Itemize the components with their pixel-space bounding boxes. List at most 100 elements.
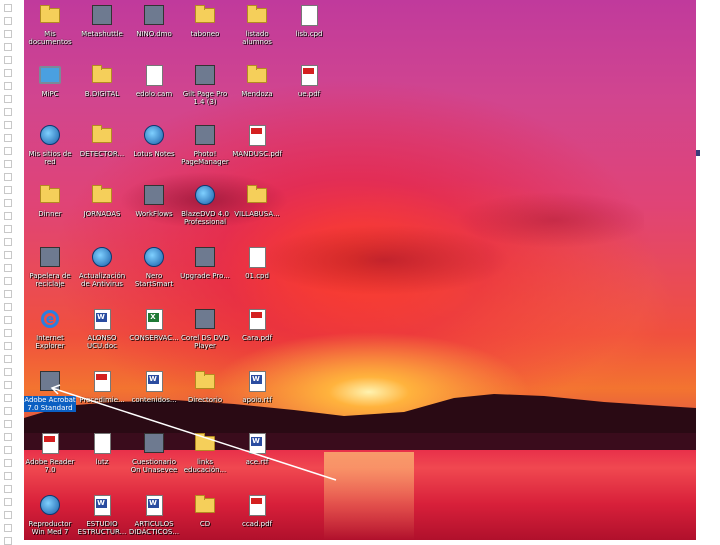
desktop-icon[interactable]: lisb.cpd xyxy=(283,4,335,66)
desktop-wallpaper[interactable]: Mis documentos Metashuttle NINO.dmo taboneo… xyxy=(24,0,696,540)
border-square xyxy=(4,381,12,389)
desktop-icon-label: Adobe Reader 7.0 xyxy=(25,458,75,474)
desktop-icon[interactable]: listado alumnos xyxy=(231,4,283,66)
desktop-icon[interactable]: Nero StartSmart xyxy=(128,246,180,308)
desktop-icon[interactable]: edolo.cam xyxy=(128,64,180,126)
border-square xyxy=(4,212,12,220)
desktop-icon[interactable]: Gilt Page Pro 1.4 (3) xyxy=(179,64,231,126)
desktop-icon[interactable]: NINO.dmo xyxy=(128,4,180,66)
slide-left-border xyxy=(0,0,24,545)
desktop-icon[interactable]: Procedimie... xyxy=(76,370,128,432)
border-square xyxy=(4,277,12,285)
desktop-icon[interactable]: DETECTOR... xyxy=(76,124,128,186)
desktop-icon[interactable]: VILLABUSA... xyxy=(231,184,283,246)
desktop-icon[interactable]: links educación... xyxy=(179,432,231,494)
desktop-icon[interactable]: Photo! PageManager xyxy=(179,124,231,186)
desktop-icon-label: Dinner xyxy=(38,210,62,218)
desktop-icon[interactable]: Mis documentos xyxy=(24,4,76,66)
shortcut-app-icon xyxy=(143,4,165,26)
border-square xyxy=(4,108,12,116)
desktop-icon-label: B.DIGITAL xyxy=(84,90,120,98)
border-square xyxy=(4,160,12,168)
border-square xyxy=(4,472,12,480)
desktop-icon-label: links educación... xyxy=(183,458,227,474)
folder-icon xyxy=(194,494,216,516)
app-icon xyxy=(194,124,216,146)
desktop-icon-label: Lotus Notes xyxy=(133,150,175,158)
folder-icon xyxy=(246,64,268,86)
desktop-icon-label: MiPC xyxy=(41,90,59,98)
pdf-icon xyxy=(246,124,268,146)
desktop-icon[interactable]: 01.cpd xyxy=(231,246,283,308)
word-document-icon: W xyxy=(246,432,268,454)
desktop-icon[interactable]: Directorio xyxy=(179,370,231,432)
desktop-icon[interactable]: Cuestionario On Unasevee xyxy=(128,432,180,494)
desktop-icon[interactable]: MiPC xyxy=(24,64,76,126)
desktop-icon-label: CONSERVAC... xyxy=(129,334,179,342)
desktop-icon[interactable]: Adobe Reader 7.0 xyxy=(24,432,76,494)
desktop-icon-label: taboneo xyxy=(190,30,220,38)
desktop-icon[interactable]: Wcontenidos... xyxy=(128,370,180,432)
desktop-icon[interactable]: Dinner xyxy=(24,184,76,246)
desktop-icon[interactable]: ue.pdf xyxy=(283,64,335,126)
desktop-icon[interactable]: W ALONSO UCU.doc xyxy=(76,308,128,370)
desktop-icon[interactable]: Cara.pdf xyxy=(231,308,283,370)
pdf-icon xyxy=(246,308,268,330)
document-icon xyxy=(91,432,113,454)
border-square xyxy=(4,407,12,415)
desktop-icon[interactable]: e Internet Explorer xyxy=(24,308,76,370)
desktop-icon[interactable]: Wace.rtf xyxy=(231,432,283,494)
desktop-icon[interactable]: CD xyxy=(179,494,231,540)
border-square xyxy=(4,95,12,103)
desktop-icon-label: DETECTOR... xyxy=(79,150,125,158)
desktop-icon-label: WorkFlows xyxy=(135,210,173,218)
desktop-icon[interactable]: Actualización de Antivirus xyxy=(76,246,128,308)
desktop-icon-label: Gilt Page Pro 1.4 (3) xyxy=(182,90,228,106)
desktop-icon-label: Nero StartSmart xyxy=(134,272,174,288)
border-square xyxy=(4,186,12,194)
desktop-icon[interactable]: taboneo xyxy=(179,4,231,66)
desktop-icon-label: ace.rtf xyxy=(245,458,269,466)
adobe-acrobat-icon xyxy=(39,370,61,392)
desktop-icon[interactable]: Mis sitios de red xyxy=(24,124,76,186)
desktop-icon[interactable]: Papelera de reciclaje xyxy=(24,246,76,308)
desktop-icon[interactable]: BlazeDVD 4.0 Professional xyxy=(179,184,231,246)
border-square xyxy=(4,420,12,428)
border-square xyxy=(4,498,12,506)
desktop-icon-label: Mendoza xyxy=(241,90,273,98)
desktop-icon[interactable]: Upgrade Pro... xyxy=(179,246,231,308)
border-square xyxy=(4,368,12,376)
desktop-icon-label: Reproductor Win Med 7 xyxy=(28,520,72,536)
desktop-icon[interactable]: W ESTUDIO ESTRUCTUR... xyxy=(76,494,128,540)
desktop-icon[interactable]: Wapoio.rtf xyxy=(231,370,283,432)
folder-icon xyxy=(194,4,216,26)
desktop-icon[interactable]: MANDUSC.pdf xyxy=(231,124,283,186)
desktop-icon[interactable]: Mendoza xyxy=(231,64,283,126)
desktop-icon-label: Corel DS DVD Player xyxy=(181,334,229,350)
word-document-icon: W xyxy=(91,494,113,516)
border-square xyxy=(4,329,12,337)
border-square xyxy=(4,485,12,493)
desktop-icon[interactable]: Corel DS DVD Player xyxy=(179,308,231,370)
desktop-icon[interactable]: W ARTÍCULOS DIDÁCTICOS... xyxy=(128,494,180,540)
desktop-icon[interactable]: WorkFlows xyxy=(128,184,180,246)
desktop-icon[interactable]: Adobe Acrobat 7.0 Standard xyxy=(24,370,76,432)
app-icon xyxy=(143,124,165,146)
desktop-icon[interactable]: Metashuttle xyxy=(76,4,128,66)
desktop-icon[interactable]: lutz xyxy=(76,432,128,494)
desktop-icon[interactable]: B.DIGITAL xyxy=(76,64,128,126)
desktop-icon-label: BlazeDVD 4.0 Professional xyxy=(181,210,229,226)
desktop-icon[interactable]: Lotus Notes xyxy=(128,124,180,186)
desktop-icon-label: MANDUSC.pdf xyxy=(232,150,282,158)
desktop-icon-label: Adobe Acrobat 7.0 Standard xyxy=(24,396,76,412)
border-square xyxy=(4,459,12,467)
desktop-icon[interactable]: X CONSERVAC... xyxy=(128,308,180,370)
folder-icon xyxy=(39,184,61,206)
border-square xyxy=(4,342,12,350)
internet-explorer-icon: e xyxy=(39,308,61,330)
desktop-icon[interactable]: ccad.pdf xyxy=(231,494,283,540)
desktop-icon[interactable]: Reproductor Win Med 7 xyxy=(24,494,76,540)
app-icon xyxy=(194,308,216,330)
desktop-icon[interactable]: JORNADAS xyxy=(76,184,128,246)
border-square xyxy=(4,355,12,363)
